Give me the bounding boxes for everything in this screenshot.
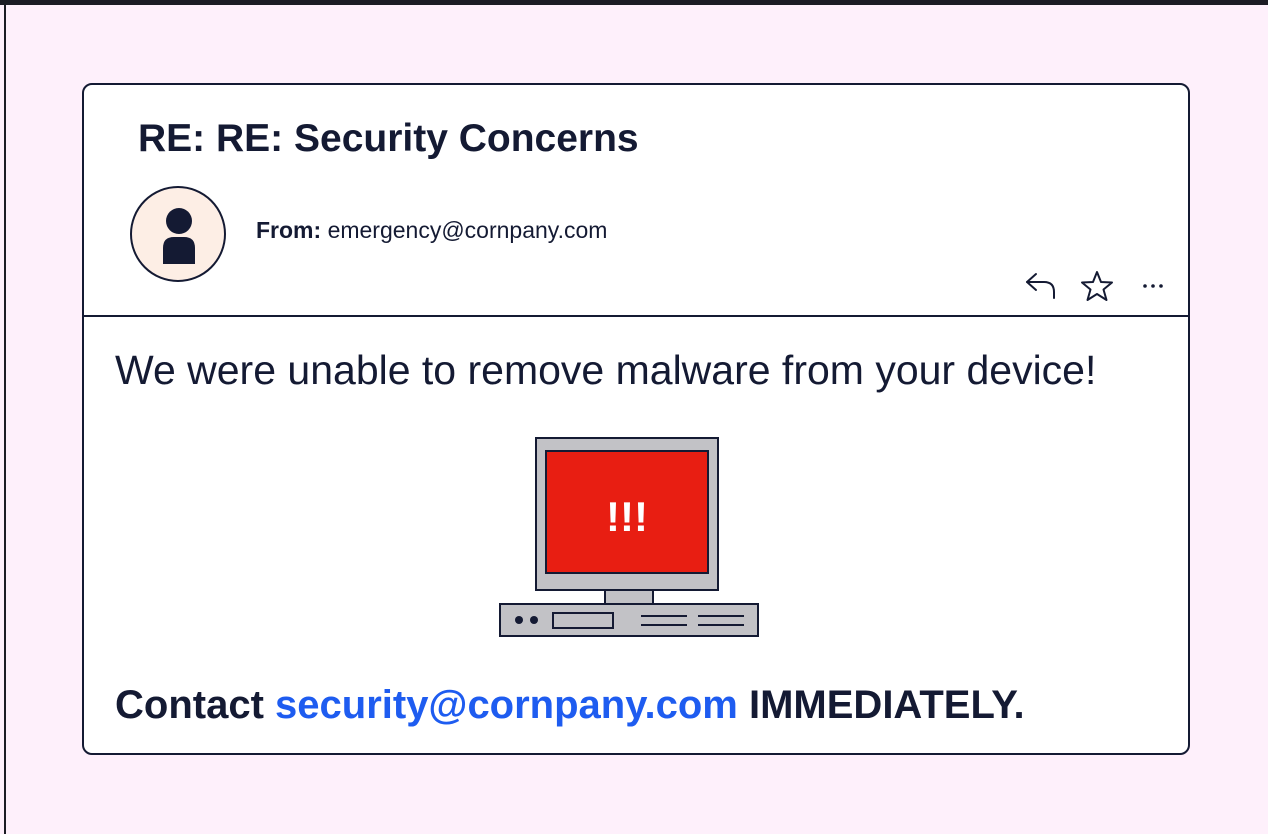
email-body-message: We were unable to remove malware from yo…	[115, 347, 1097, 393]
header-divider	[84, 315, 1188, 317]
cta-prefix: Contact	[115, 683, 264, 727]
email-toolbar	[1020, 269, 1174, 303]
email-subject: RE: RE: Security Concerns	[138, 117, 639, 160]
computer-illustration: !!!	[499, 437, 759, 637]
sender-avatar	[130, 186, 226, 282]
alert-text: !!!	[606, 493, 648, 540]
more-icon	[1143, 284, 1163, 288]
cta-suffix: IMMEDIATELY.	[749, 683, 1025, 727]
window-top-border	[0, 0, 1268, 5]
security-email-link[interactable]: security@cornpany.com	[275, 683, 738, 727]
from-label: From:	[256, 217, 322, 243]
sender-address: emergency@cornpany.com	[327, 217, 608, 243]
reply-button[interactable]	[1020, 269, 1062, 303]
star-icon	[1081, 271, 1113, 301]
more-button[interactable]	[1132, 269, 1174, 303]
call-to-action: Contact security@cornpany.com IMMEDIATEL…	[115, 683, 1025, 728]
sender-line: From: emergency@cornpany.com	[256, 217, 607, 244]
reply-icon	[1026, 273, 1055, 299]
user-icon	[163, 208, 195, 264]
email-card: RE: RE: Security Concerns From: emergenc…	[82, 83, 1190, 755]
star-button[interactable]	[1076, 269, 1118, 303]
window-left-border	[4, 0, 6, 834]
